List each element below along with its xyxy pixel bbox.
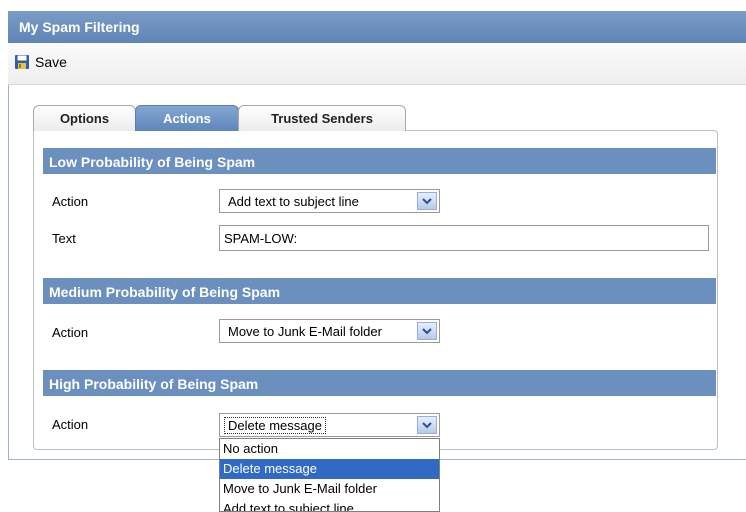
dropdown-option-add-text[interactable]: Add text to subject line bbox=[220, 499, 439, 511]
tab-label: Trusted Senders bbox=[271, 111, 373, 126]
section-title: Low Probability of Being Spam bbox=[49, 154, 256, 170]
window-title-bar: My Spam Filtering bbox=[8, 11, 746, 43]
chevron-down-icon[interactable] bbox=[417, 192, 437, 210]
high-action-dropdown-list: No action Delete message Move to Junk E-… bbox=[219, 438, 440, 512]
tab-actions[interactable]: Actions bbox=[135, 105, 239, 131]
high-action-value-wrap: Delete message bbox=[220, 416, 417, 434]
tab-label: Actions bbox=[163, 111, 211, 126]
medium-action-select[interactable]: Move to Junk E-Mail folder bbox=[219, 319, 440, 343]
dropdown-option-delete-message[interactable]: Delete message bbox=[220, 459, 439, 479]
save-label: Save bbox=[35, 54, 67, 70]
low-text-input[interactable] bbox=[219, 225, 709, 251]
high-action-label: Action bbox=[52, 417, 89, 432]
medium-action-label: Action bbox=[52, 325, 89, 340]
medium-action-value: Move to Junk E-Mail folder bbox=[228, 323, 382, 339]
section-header-low: Low Probability of Being Spam bbox=[43, 148, 716, 174]
tab-strip: Options Actions Trusted Senders bbox=[33, 105, 406, 131]
section-title: Medium Probability of Being Spam bbox=[49, 284, 281, 300]
low-text-label: Text bbox=[52, 231, 76, 246]
high-action-value: Delete message bbox=[224, 416, 326, 434]
toolbar: Save bbox=[8, 43, 746, 85]
save-button[interactable]: Save bbox=[14, 51, 67, 73]
high-action-select[interactable]: Delete message bbox=[219, 413, 440, 437]
low-action-select[interactable]: Add text to subject line bbox=[219, 189, 440, 213]
chevron-down-icon[interactable] bbox=[417, 322, 437, 340]
section-title: High Probability of Being Spam bbox=[49, 376, 259, 392]
section-header-medium: Medium Probability of Being Spam bbox=[43, 278, 716, 304]
low-action-label: Action bbox=[52, 194, 89, 209]
chevron-down-icon[interactable] bbox=[417, 416, 437, 434]
tab-trusted-senders[interactable]: Trusted Senders bbox=[238, 105, 406, 131]
window-title: My Spam Filtering bbox=[19, 19, 140, 35]
dropdown-option-move-to-junk[interactable]: Move to Junk E-Mail folder bbox=[220, 479, 439, 499]
floppy-disk-icon bbox=[15, 55, 29, 69]
tab-options[interactable]: Options bbox=[33, 105, 136, 131]
dropdown-option-no-action[interactable]: No action bbox=[220, 439, 439, 459]
tab-label: Options bbox=[59, 111, 110, 126]
low-action-value: Add text to subject line bbox=[228, 193, 359, 209]
section-header-high: High Probability of Being Spam bbox=[43, 370, 716, 396]
